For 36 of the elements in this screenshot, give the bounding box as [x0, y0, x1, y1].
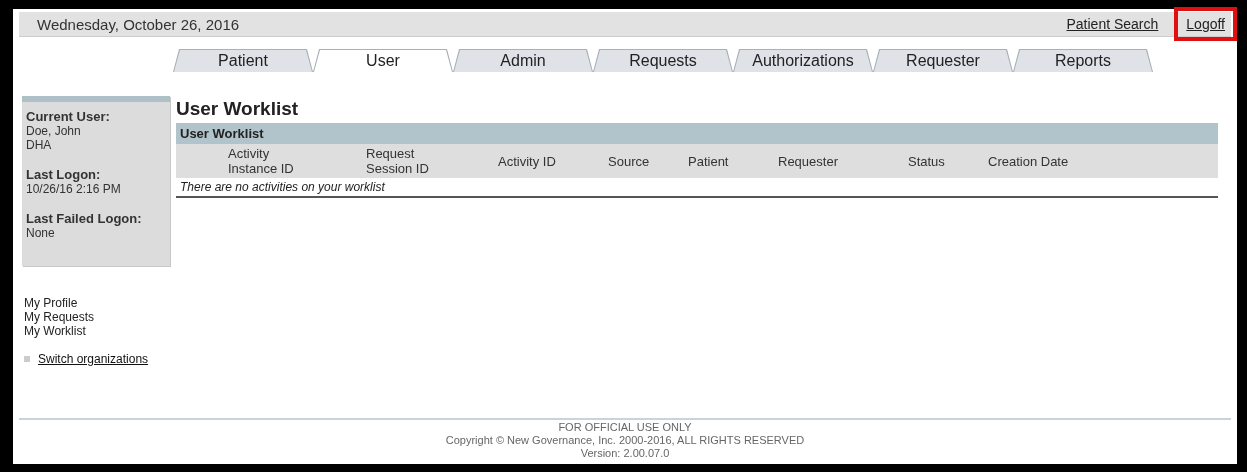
sidebar-link[interactable]: My Profile: [24, 296, 170, 310]
nav-link[interactable]: Logoff: [1180, 14, 1231, 34]
info-value: Doe, John: [26, 124, 82, 138]
column-header: Request Session ID: [366, 146, 430, 176]
info-label: Last Failed Logon:: [26, 211, 143, 226]
table-caption: User Worklist: [176, 123, 1218, 144]
column-header: Creation Date: [988, 153, 1070, 169]
info-value: 10/26/16 2:16 PM: [26, 182, 122, 196]
footer-text: FOR OFFICIAL USE ONLY: [558, 421, 692, 434]
tab[interactable]: User: [313, 49, 453, 72]
empty-message: There are no activities on your worklist: [179, 179, 386, 196]
tab[interactable]: Reports: [1013, 49, 1153, 72]
column-header: Patient: [688, 153, 730, 169]
page-title: User Worklist: [176, 98, 300, 120]
date-text: Wednesday, October 26, 2016: [37, 15, 240, 33]
sidebar-link[interactable]: My Worklist: [24, 324, 170, 338]
column-header: Status: [908, 153, 946, 169]
sidebar-link[interactable]: My Requests: [24, 310, 170, 324]
column-header: Activity ID: [498, 153, 557, 169]
info-label: Current User:: [26, 109, 111, 124]
footer-text: Copyright © New Governance, Inc. 2000-2016, ALL RIGHTS RESERVED: [445, 434, 805, 447]
info-value: DHA: [26, 138, 53, 152]
switch-organizations-link[interactable]: Switch organizations: [38, 352, 149, 366]
tab[interactable]: Requester: [873, 49, 1013, 72]
tab[interactable]: Requests: [593, 49, 733, 72]
tab[interactable]: Authorizations: [733, 49, 873, 72]
tab[interactable]: Patient: [173, 49, 313, 72]
nav-link[interactable]: Patient Search: [1060, 14, 1165, 34]
column-header: Activity Instance ID: [228, 146, 295, 176]
info-label: Last Logon:: [26, 167, 102, 182]
column-header: Requester: [778, 153, 839, 169]
column-header: Source: [608, 153, 651, 169]
bullet-icon: [24, 356, 30, 362]
info-value: None: [26, 226, 56, 240]
footer-text: Version: 2.00.07.0: [580, 447, 670, 460]
tab[interactable]: Admin: [453, 49, 593, 72]
